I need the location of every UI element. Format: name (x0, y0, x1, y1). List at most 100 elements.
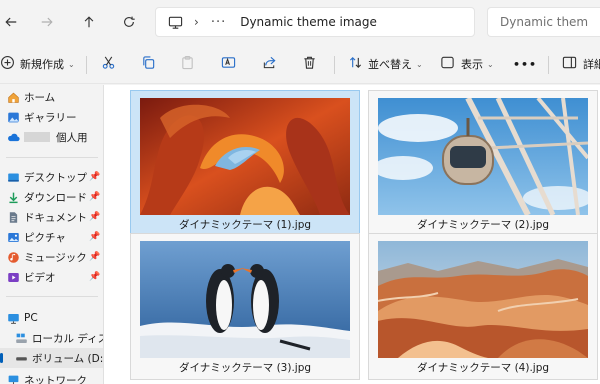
copy-icon (141, 55, 156, 73)
file-name: ダイナミックテーマ (3).jpg (178, 362, 312, 374)
sidebar-item-label: ボリューム (D:) (32, 352, 104, 365)
details-pane-icon (562, 55, 577, 73)
rename-button[interactable] (221, 52, 236, 76)
toolbar-divider (334, 56, 335, 74)
back-arrow-icon[interactable] (0, 11, 22, 33)
sidebar-item-downloads[interactable]: ダウンロード 📌 (0, 187, 103, 207)
share-icon (262, 55, 277, 73)
pin-icon[interactable]: 📌 (89, 212, 100, 222)
view-button-label: 表示 (461, 58, 483, 71)
computer-icon (6, 311, 20, 325)
sidebar-item-label: デスクトップ (24, 171, 87, 184)
rename-icon (221, 55, 236, 73)
sidebar-item-label: PC (24, 312, 38, 324)
file-name: ダイナミックテーマ (2).jpg (416, 219, 550, 231)
chevron-down-icon: ⌄ (487, 59, 494, 69)
file-tile[interactable]: ダイナミックテーマ (2).jpg (368, 90, 598, 237)
image-thumbnail (378, 98, 588, 215)
more-options-button[interactable]: ••• (513, 52, 537, 76)
sidebar-item-pictures[interactable]: ピクチャ 📌 (0, 227, 103, 247)
sidebar-item-label: ビデオ (24, 271, 56, 284)
sidebar-item-label: ドキュメント (24, 211, 87, 224)
refresh-icon[interactable] (118, 11, 140, 33)
search-input[interactable]: Dynamic them (487, 7, 600, 37)
file-tile[interactable]: ダイナミックテーマ (4).jpg (368, 233, 598, 380)
sidebar-item-label: ネットワーク (24, 374, 87, 384)
sidebar-item-music[interactable]: ミュージック 📌 (0, 247, 103, 267)
gallery-icon (6, 110, 20, 124)
sidebar-item-videos[interactable]: ビデオ 📌 (0, 267, 103, 287)
navigation-pane: ホーム ギャラリー 個人用 デスクトップ 📌 ダウンロード 📌 ドキュメント 📌 (0, 85, 104, 384)
image-thumbnail (140, 241, 350, 358)
file-view: ダイナミックテーマ (1).jpg ダイナミックテーマ (2).jpg ダイナミ… (104, 85, 600, 384)
view-button[interactable]: 表示 ⌄ (440, 52, 494, 76)
pin-icon[interactable]: 📌 (89, 172, 100, 182)
sidebar-item-label: ホーム (24, 91, 56, 104)
share-button[interactable] (262, 52, 277, 76)
copy-button[interactable] (141, 52, 156, 76)
drive-icon (14, 351, 28, 365)
file-tile[interactable]: ダイナミックテーマ (1).jpg (130, 90, 360, 237)
image-thumbnail (140, 98, 350, 215)
sidebar-item-onedrive[interactable]: 個人用 (0, 127, 103, 147)
pin-icon[interactable]: 📌 (89, 192, 100, 202)
new-button-label: 新規作成 (20, 58, 64, 71)
plus-circle-icon (0, 55, 15, 73)
breadcrumb-overflow-icon[interactable]: ··· (211, 15, 226, 30)
paste-button[interactable] (180, 52, 195, 76)
sidebar-divider (6, 296, 98, 297)
address-bar[interactable]: › ··· Dynamic theme image (155, 7, 475, 37)
new-button[interactable]: 新規作成 ⌄ (0, 52, 75, 76)
sidebar-item-label: ピクチャ (24, 231, 66, 244)
details-pane-button[interactable]: 詳細 (562, 52, 600, 76)
sidebar-item-label: ローカル ディスク (C (32, 332, 103, 345)
sort-button-label: 並べ替え (368, 58, 412, 71)
command-bar: 新規作成 ⌄ 並べ替え ⌄ 表示 ⌄ ••• 詳細 (0, 44, 600, 84)
breadcrumb-chevron-icon[interactable]: › (194, 15, 199, 29)
clipboard-icon (180, 55, 195, 73)
sidebar-item-volume-d[interactable]: ボリューム (D:) (0, 348, 104, 368)
download-arrow-icon (6, 190, 20, 204)
sort-button[interactable]: 並べ替え ⌄ (348, 52, 423, 76)
trash-icon (302, 55, 317, 73)
image-thumbnail (378, 241, 588, 358)
music-icon (6, 250, 20, 264)
document-icon (6, 210, 20, 224)
cloud-icon (6, 130, 20, 144)
home-icon (6, 90, 20, 104)
windows-drive-icon (14, 331, 28, 345)
sidebar-item-local-disk[interactable]: ローカル ディスク (C (0, 328, 103, 348)
forward-arrow-icon[interactable] (36, 11, 58, 33)
file-tile[interactable]: ダイナミックテーマ (3).jpg (130, 233, 360, 380)
delete-button[interactable] (302, 52, 317, 76)
sidebar-item-home[interactable]: ホーム (0, 87, 103, 107)
sidebar-item-label: ミュージック (24, 251, 87, 264)
cut-button[interactable] (101, 52, 116, 76)
address-row: › ··· Dynamic theme image Dynamic them (0, 0, 600, 44)
pictures-icon (6, 230, 20, 244)
video-icon (6, 270, 20, 284)
pin-icon[interactable]: 📌 (89, 272, 100, 282)
redacted-account-name (24, 132, 50, 142)
toolbar-divider (548, 56, 549, 74)
sidebar-item-network[interactable]: ネットワーク (0, 370, 103, 384)
pin-icon[interactable]: 📌 (89, 252, 100, 262)
sidebar-item-label: 個人用 (56, 131, 88, 144)
sidebar-item-desktop[interactable]: デスクトップ 📌 (0, 167, 103, 187)
file-name: ダイナミックテーマ (4).jpg (416, 362, 550, 374)
sidebar-item-pc[interactable]: PC (0, 308, 103, 328)
up-arrow-icon[interactable] (78, 11, 100, 33)
chevron-down-icon: ⌄ (68, 59, 75, 69)
sidebar-item-gallery[interactable]: ギャラリー (0, 107, 103, 127)
breadcrumb-current[interactable]: Dynamic theme image (240, 15, 377, 29)
sidebar-divider (6, 157, 98, 158)
network-icon (6, 373, 20, 384)
pin-icon[interactable]: 📌 (89, 232, 100, 242)
details-pane-label: 詳細 (583, 58, 600, 71)
sort-arrows-icon (348, 55, 363, 73)
scissors-icon (101, 55, 116, 73)
toolbar-divider (86, 56, 87, 74)
sidebar-item-label: ギャラリー (24, 111, 77, 124)
sidebar-item-label: ダウンロード (24, 191, 87, 204)
sidebar-item-documents[interactable]: ドキュメント 📌 (0, 207, 103, 227)
